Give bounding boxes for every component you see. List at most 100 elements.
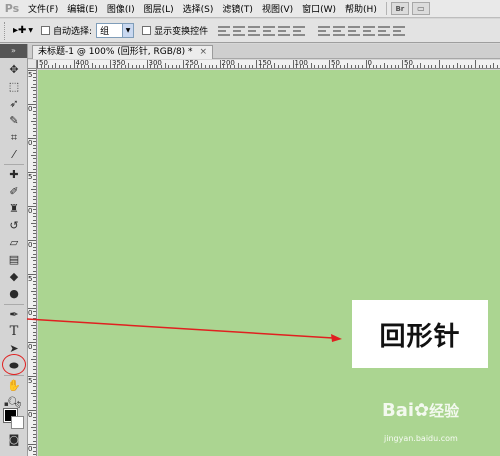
ruler-tick: [33, 226, 36, 228]
distribute-right-icon[interactable]: [393, 25, 406, 37]
crop-tool-icon[interactable]: ⌗: [5, 130, 23, 145]
screen-mode-icon[interactable]: ▭: [411, 2, 430, 15]
ruler-label: 50: [331, 60, 340, 67]
show-transform-checkbox[interactable]: 显示变换控件: [142, 24, 208, 37]
ruler-tick: [383, 63, 385, 68]
checkbox-box[interactable]: [142, 26, 152, 35]
ruler-tick: [33, 233, 36, 235]
blur-tool-icon[interactable]: ◆: [5, 269, 23, 284]
ruler-tick: [33, 131, 36, 133]
checkbox-box[interactable]: [41, 26, 51, 35]
distribute-hcenter-icon[interactable]: [378, 25, 391, 37]
ruler-tick: [496, 65, 498, 68]
menu-help[interactable]: 帮助(H): [341, 2, 381, 15]
ruler-tick: [33, 433, 36, 435]
distribute-vcenter-icon[interactable]: [333, 25, 346, 37]
close-icon[interactable]: ×: [199, 47, 207, 57]
ruler-tick: [438, 60, 440, 68]
toolbox-collapse-icon[interactable]: »: [0, 44, 27, 58]
ruler-label: 50: [39, 60, 48, 67]
ruler-tick: [427, 65, 429, 68]
ruler-tick: [445, 65, 447, 68]
background-color-swatch[interactable]: [11, 416, 24, 429]
align-bottom-icon[interactable]: [248, 25, 261, 37]
ruler-tick: [69, 65, 71, 68]
menu-window[interactable]: 窗口(W): [298, 2, 340, 15]
bridge-button[interactable]: Br: [390, 2, 409, 15]
ruler-tick: [412, 65, 414, 68]
ruler-tick: [33, 301, 36, 303]
eyedropper-tool-icon[interactable]: ⁄: [5, 147, 23, 162]
path-selection-tool-icon[interactable]: ➤: [5, 341, 23, 356]
distribute-bottom-icon[interactable]: [348, 25, 361, 37]
horizontal-ruler[interactable]: 50 400 350 300 250 200 150 100 50 0 50: [37, 60, 500, 69]
ruler-tick: [33, 158, 36, 160]
ruler-tick: [252, 65, 254, 68]
distribute-buttons: [318, 25, 408, 37]
lasso-tool-icon[interactable]: ➶: [5, 96, 23, 111]
brush-tool-icon[interactable]: ✐: [5, 184, 23, 199]
ruler-label: 5: [28, 275, 33, 283]
hand-tool-icon[interactable]: ✋: [5, 378, 23, 393]
menu-file[interactable]: 文件(F): [24, 2, 62, 15]
quick-select-tool-icon[interactable]: ✎: [5, 113, 23, 128]
ruler-tick: [423, 65, 425, 68]
auto-select-checkbox[interactable]: 自动选择:: [41, 24, 92, 37]
document-tab[interactable]: 未标题-1 @ 100% (回形针, RGB/8) * ×: [32, 45, 213, 59]
move-tool-icon[interactable]: ✥: [5, 62, 23, 77]
quick-mask-icon[interactable]: ◙: [5, 432, 23, 447]
tool-preset-picker[interactable]: ▸✚ ▼: [13, 25, 33, 36]
ruler-label: 5: [28, 71, 33, 79]
history-brush-tool-icon[interactable]: ↺: [5, 218, 23, 233]
healing-brush-tool-icon[interactable]: ✚: [5, 167, 23, 182]
ruler-tick: [33, 321, 36, 323]
menu-filter[interactable]: 滤镜(T): [218, 2, 257, 15]
type-tool-icon[interactable]: T: [5, 324, 23, 339]
ruler-label: 0: [28, 241, 33, 249]
ruler-tick: [33, 440, 36, 442]
ruler-tick: [47, 65, 49, 68]
pen-tool-icon[interactable]: ✒: [5, 307, 23, 322]
align-top-icon[interactable]: [218, 25, 231, 37]
align-left-icon[interactable]: [263, 25, 276, 37]
align-right-icon[interactable]: [293, 25, 306, 37]
default-colors-icon[interactable]: ▪: [4, 400, 9, 408]
align-vcenter-icon[interactable]: [233, 25, 246, 37]
ruler-label: 200: [221, 60, 235, 67]
ruler-tick: [467, 65, 469, 68]
menu-image[interactable]: 图像(I): [103, 2, 139, 15]
gradient-tool-icon[interactable]: ▤: [5, 252, 23, 267]
options-grip[interactable]: [4, 21, 7, 40]
ruler-label: 0: [28, 343, 33, 351]
ruler-tick: [310, 63, 312, 68]
ruler-tick: [350, 65, 352, 68]
dodge-tool-icon[interactable]: ●: [5, 286, 23, 301]
auto-select-label: 自动选择:: [53, 27, 93, 37]
menu-select[interactable]: 选择(S): [179, 2, 218, 15]
swap-colors-icon[interactable]: ↰: [16, 400, 22, 408]
eraser-tool-icon[interactable]: ▱: [5, 235, 23, 250]
clone-stamp-tool-icon[interactable]: ♜: [5, 201, 23, 216]
ruler-label: 0: [28, 139, 33, 147]
ruler-tick: [31, 121, 36, 122]
ruler-tick: [33, 97, 36, 99]
document-canvas[interactable]: [38, 70, 500, 456]
auto-select-dropdown[interactable]: 组 ▼: [96, 23, 135, 38]
dropdown-arrow-icon[interactable]: ▼: [122, 24, 134, 37]
ruler-origin[interactable]: [28, 60, 37, 69]
ruler-tick: [482, 65, 484, 68]
ruler-tick: [33, 294, 36, 296]
ruler-tick: [33, 165, 36, 167]
vertical-ruler[interactable]: 5 0 0 5 0 0 5 0 0 5 0 0: [28, 60, 37, 456]
menu-layer[interactable]: 图层(L): [140, 2, 178, 15]
menu-edit[interactable]: 编辑(E): [63, 2, 102, 15]
align-hcenter-icon[interactable]: [278, 25, 291, 37]
menu-view[interactable]: 视图(V): [258, 2, 297, 15]
distribute-left-icon[interactable]: [363, 25, 376, 37]
distribute-top-icon[interactable]: [318, 25, 331, 37]
ruler-tick: [33, 369, 36, 371]
ruler-tick: [274, 63, 276, 68]
shape-tool-icon[interactable]: ⬬: [5, 358, 23, 373]
ruler-tick: [416, 65, 418, 68]
marquee-tool-icon[interactable]: ⬚: [5, 79, 23, 94]
